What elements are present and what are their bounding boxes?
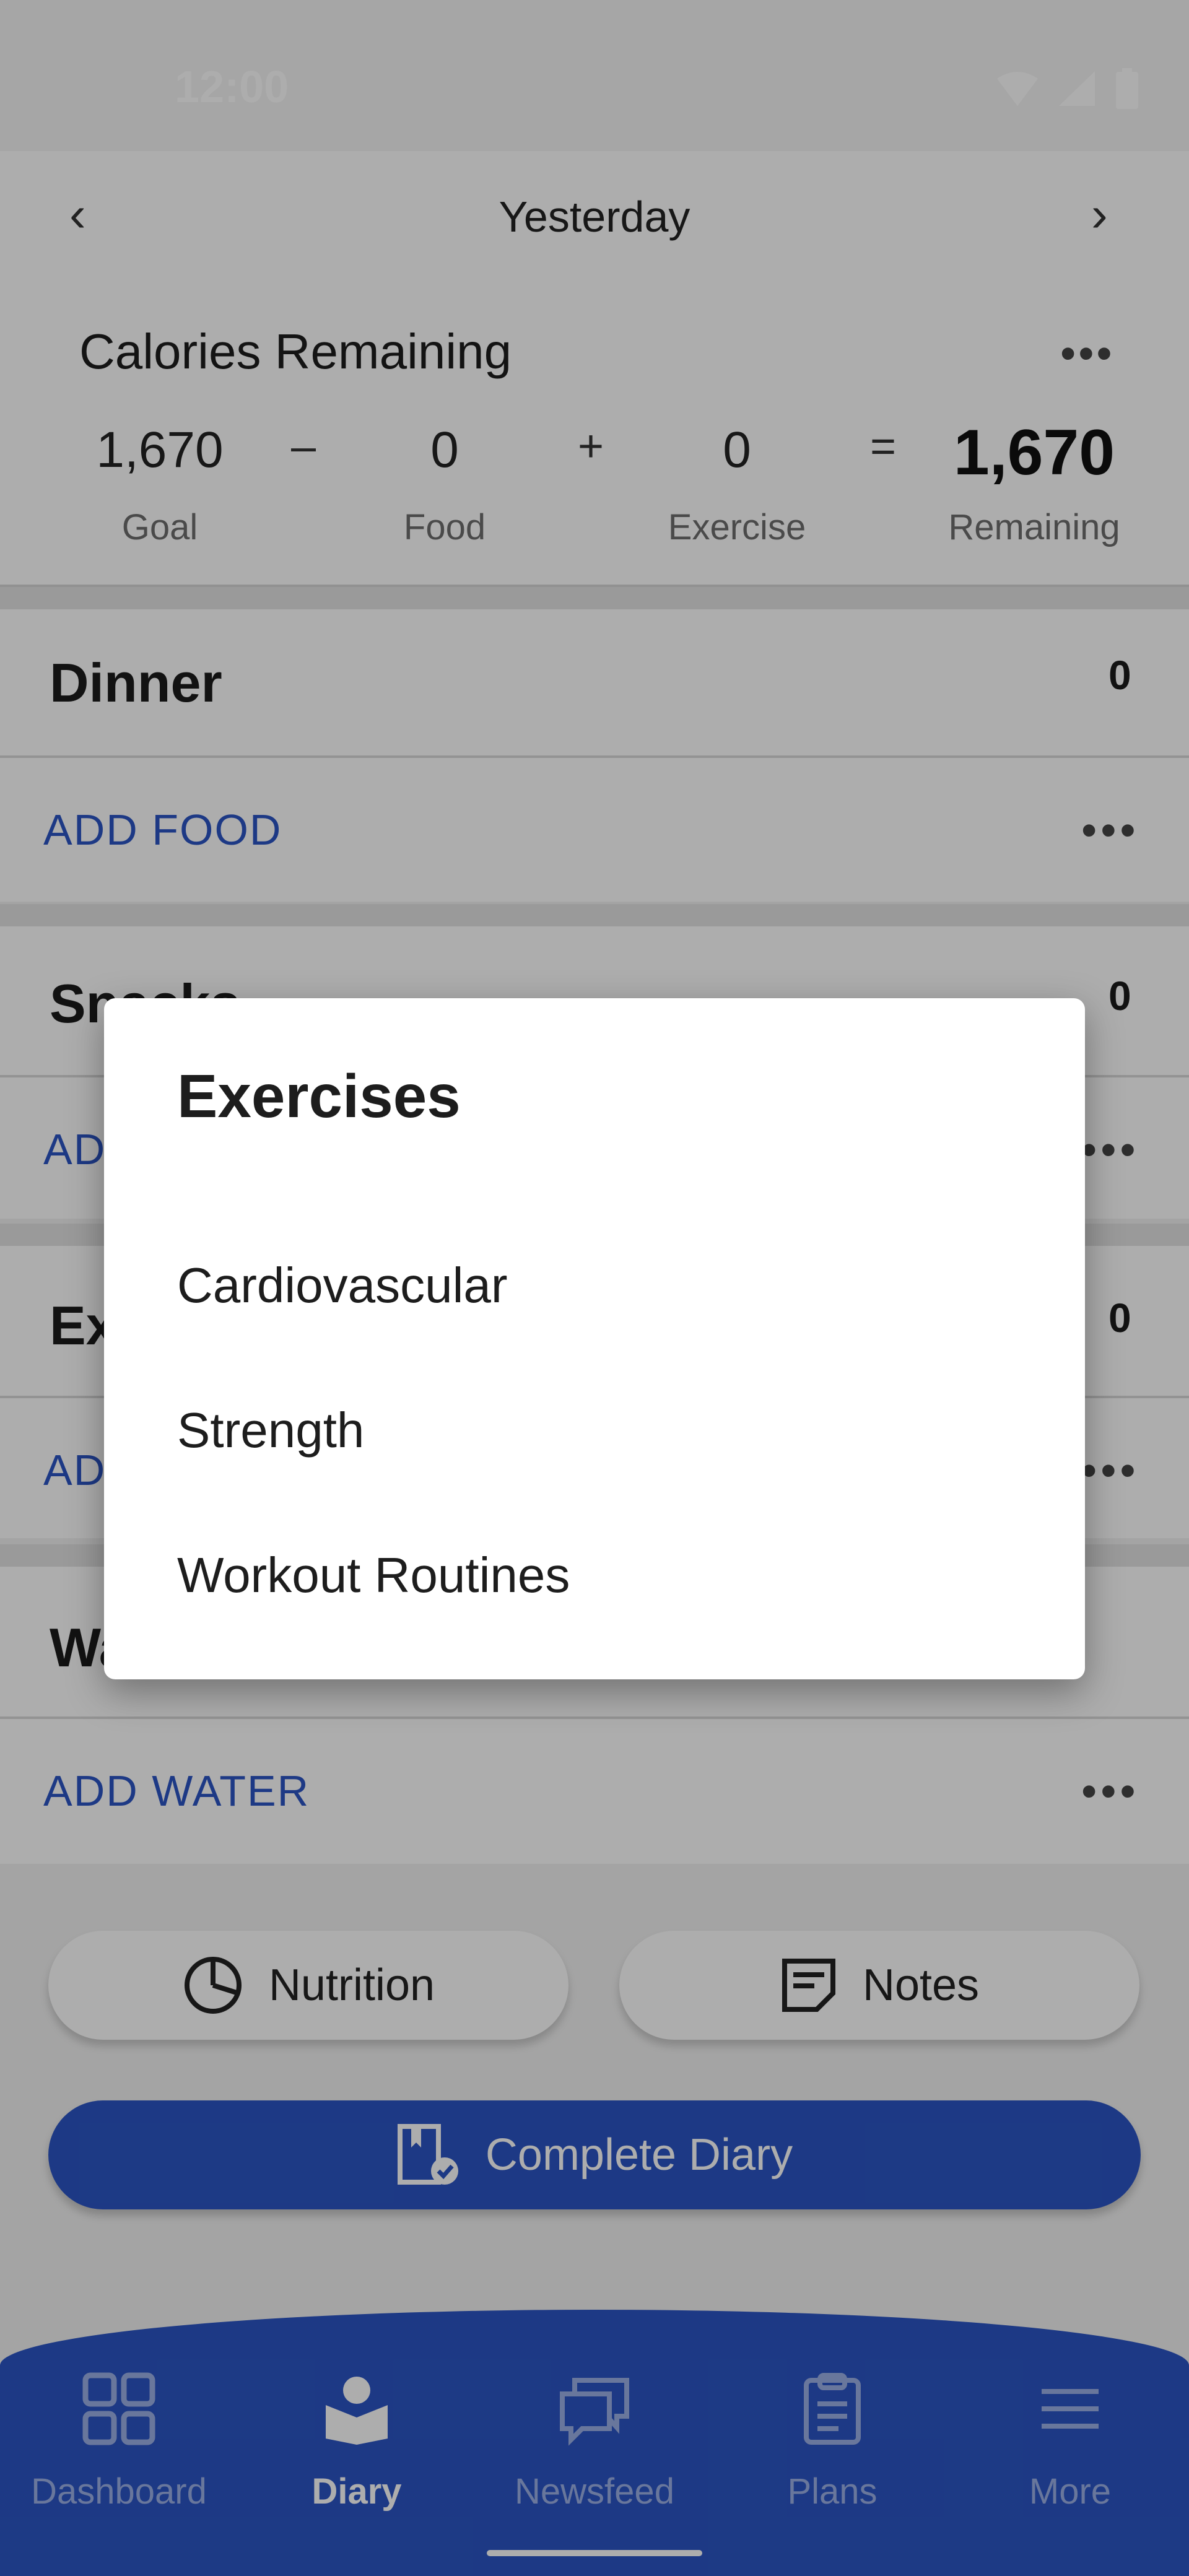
option-label: Cardiovascular	[177, 1258, 508, 1313]
option-label: Strength	[177, 1403, 365, 1458]
option-cardiovascular[interactable]: Cardiovascular	[104, 1214, 1085, 1359]
option-strength[interactable]: Strength	[104, 1359, 1085, 1503]
option-label: Workout Routines	[177, 1547, 570, 1603]
dialog-title: Exercises	[177, 1062, 461, 1130]
option-workout-routines[interactable]: Workout Routines	[104, 1503, 1085, 1648]
